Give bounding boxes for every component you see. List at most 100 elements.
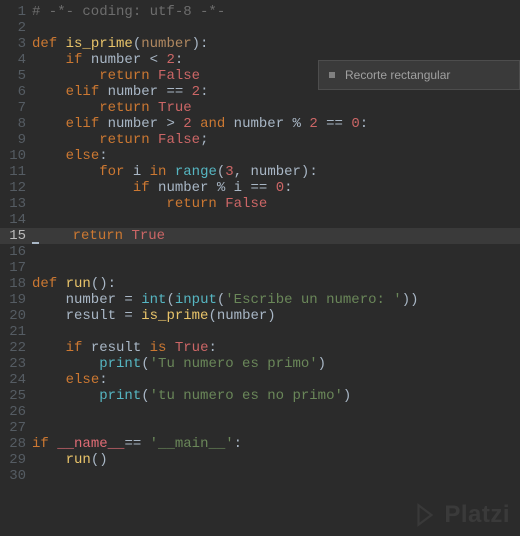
line-number: 11 — [0, 164, 32, 180]
code-line[interactable] — [32, 324, 520, 340]
token-string: 'Escribe un numero: ' — [225, 292, 401, 308]
token-op: () — [91, 452, 108, 468]
token-kw: for — [99, 164, 124, 180]
code-line[interactable]: if result is True: — [32, 340, 520, 356]
token-num: 2 — [166, 52, 174, 68]
code-line[interactable]: else: — [32, 372, 520, 388]
token-op: ( — [141, 388, 149, 404]
token-plain — [32, 340, 66, 356]
token-plain: number — [225, 116, 292, 132]
token-name: __name__ — [57, 436, 124, 452]
token-plain — [32, 132, 99, 148]
text-cursor — [32, 242, 39, 244]
line-number: 4 — [0, 52, 32, 68]
screenshot-tool-overlay[interactable]: Recorte rectangular — [318, 60, 520, 90]
token-op: : — [175, 52, 183, 68]
token-kw: else — [66, 372, 100, 388]
overlay-marker-icon — [329, 72, 335, 78]
token-plain — [32, 52, 66, 68]
code-line[interactable]: # -*- coding: utf-8 -*- — [32, 4, 520, 20]
code-line[interactable]: if __name__== '__main__': — [32, 436, 520, 452]
code-line[interactable]: elif number > 2 and number % 2 == 0: — [32, 116, 520, 132]
token-plain — [217, 196, 225, 212]
code-line[interactable]: return True — [32, 228, 520, 244]
line-number: 10 — [0, 148, 32, 164]
token-plain: number — [217, 308, 267, 324]
code-line[interactable]: def run(): — [32, 276, 520, 292]
token-op: )) — [402, 292, 419, 308]
token-kw: if — [66, 52, 83, 68]
watermark: Platzi — [412, 502, 510, 528]
code-line[interactable]: print('tu numero es no primo') — [32, 388, 520, 404]
token-plain — [267, 180, 275, 196]
line-number: 12 — [0, 180, 32, 196]
code-line[interactable] — [32, 420, 520, 436]
line-number: 17 — [0, 260, 32, 276]
token-num: 2 — [309, 116, 317, 132]
token-plain — [32, 372, 66, 388]
token-op: = — [124, 292, 132, 308]
code-line[interactable] — [32, 20, 520, 36]
code-line[interactable]: for i in range(3, number): — [32, 164, 520, 180]
token-builtin: input — [175, 292, 217, 308]
line-number: 2 — [0, 20, 32, 36]
code-line[interactable] — [32, 468, 520, 484]
token-kw: def — [32, 36, 66, 52]
token-plain: number — [32, 292, 124, 308]
token-op: (): — [91, 276, 116, 292]
token-plain: result — [32, 308, 124, 324]
line-number: 1 — [0, 4, 32, 20]
code-line[interactable]: print('Tu numero es primo') — [32, 356, 520, 372]
token-num: 0 — [276, 180, 284, 196]
code-line[interactable]: return False; — [32, 132, 520, 148]
token-plain — [192, 116, 200, 132]
token-num: 3 — [225, 164, 233, 180]
token-op: : — [99, 148, 107, 164]
token-plain — [150, 132, 158, 148]
token-op: < — [150, 52, 158, 68]
token-plain — [49, 436, 57, 452]
token-kw: return — [73, 228, 123, 244]
code-line[interactable]: run() — [32, 452, 520, 468]
code-line[interactable]: return True — [32, 100, 520, 116]
token-kw: if — [133, 180, 150, 196]
code-line[interactable] — [32, 244, 520, 260]
token-string: '__main__' — [150, 436, 234, 452]
line-number: 13 — [0, 196, 32, 212]
code-line[interactable] — [32, 260, 520, 276]
token-plain — [32, 164, 99, 180]
token-kw: if — [32, 436, 49, 452]
line-number: 23 — [0, 356, 32, 372]
token-kw: in — [150, 164, 167, 180]
token-plain — [150, 100, 158, 116]
token-fn: run — [66, 452, 91, 468]
code-line[interactable]: result = is_prime(number) — [32, 308, 520, 324]
token-plain: number — [99, 84, 166, 100]
token-kw: is — [150, 340, 167, 356]
code-line[interactable] — [32, 404, 520, 420]
token-kw: return — [99, 68, 149, 84]
token-kw: else — [66, 148, 100, 164]
token-kw: elif — [66, 116, 100, 132]
line-number: 28 — [0, 436, 32, 452]
code-line[interactable]: else: — [32, 148, 520, 164]
code-line[interactable] — [32, 212, 520, 228]
code-line[interactable]: def is_prime(number): — [32, 36, 520, 52]
token-plain — [39, 228, 73, 244]
token-op: : — [360, 116, 368, 132]
line-number: 25 — [0, 388, 32, 404]
token-string: 'Tu numero es primo' — [150, 356, 318, 372]
token-string: 'tu numero es no primo' — [150, 388, 343, 404]
token-comment: # -*- coding: utf-8 -*- — [32, 4, 225, 20]
code-line[interactable]: number = int(input('Escribe un numero: '… — [32, 292, 520, 308]
token-plain — [32, 116, 66, 132]
code-line[interactable]: return False — [32, 196, 520, 212]
line-number: 20 — [0, 308, 32, 324]
token-plain — [32, 180, 133, 196]
token-plain — [32, 84, 66, 100]
token-op: , — [234, 164, 242, 180]
token-op: ) — [267, 308, 275, 324]
code-editor[interactable]: 1234567891011121314151617181920212223242… — [0, 0, 520, 536]
token-op: ): — [192, 36, 209, 52]
code-line[interactable]: if number % i == 0: — [32, 180, 520, 196]
